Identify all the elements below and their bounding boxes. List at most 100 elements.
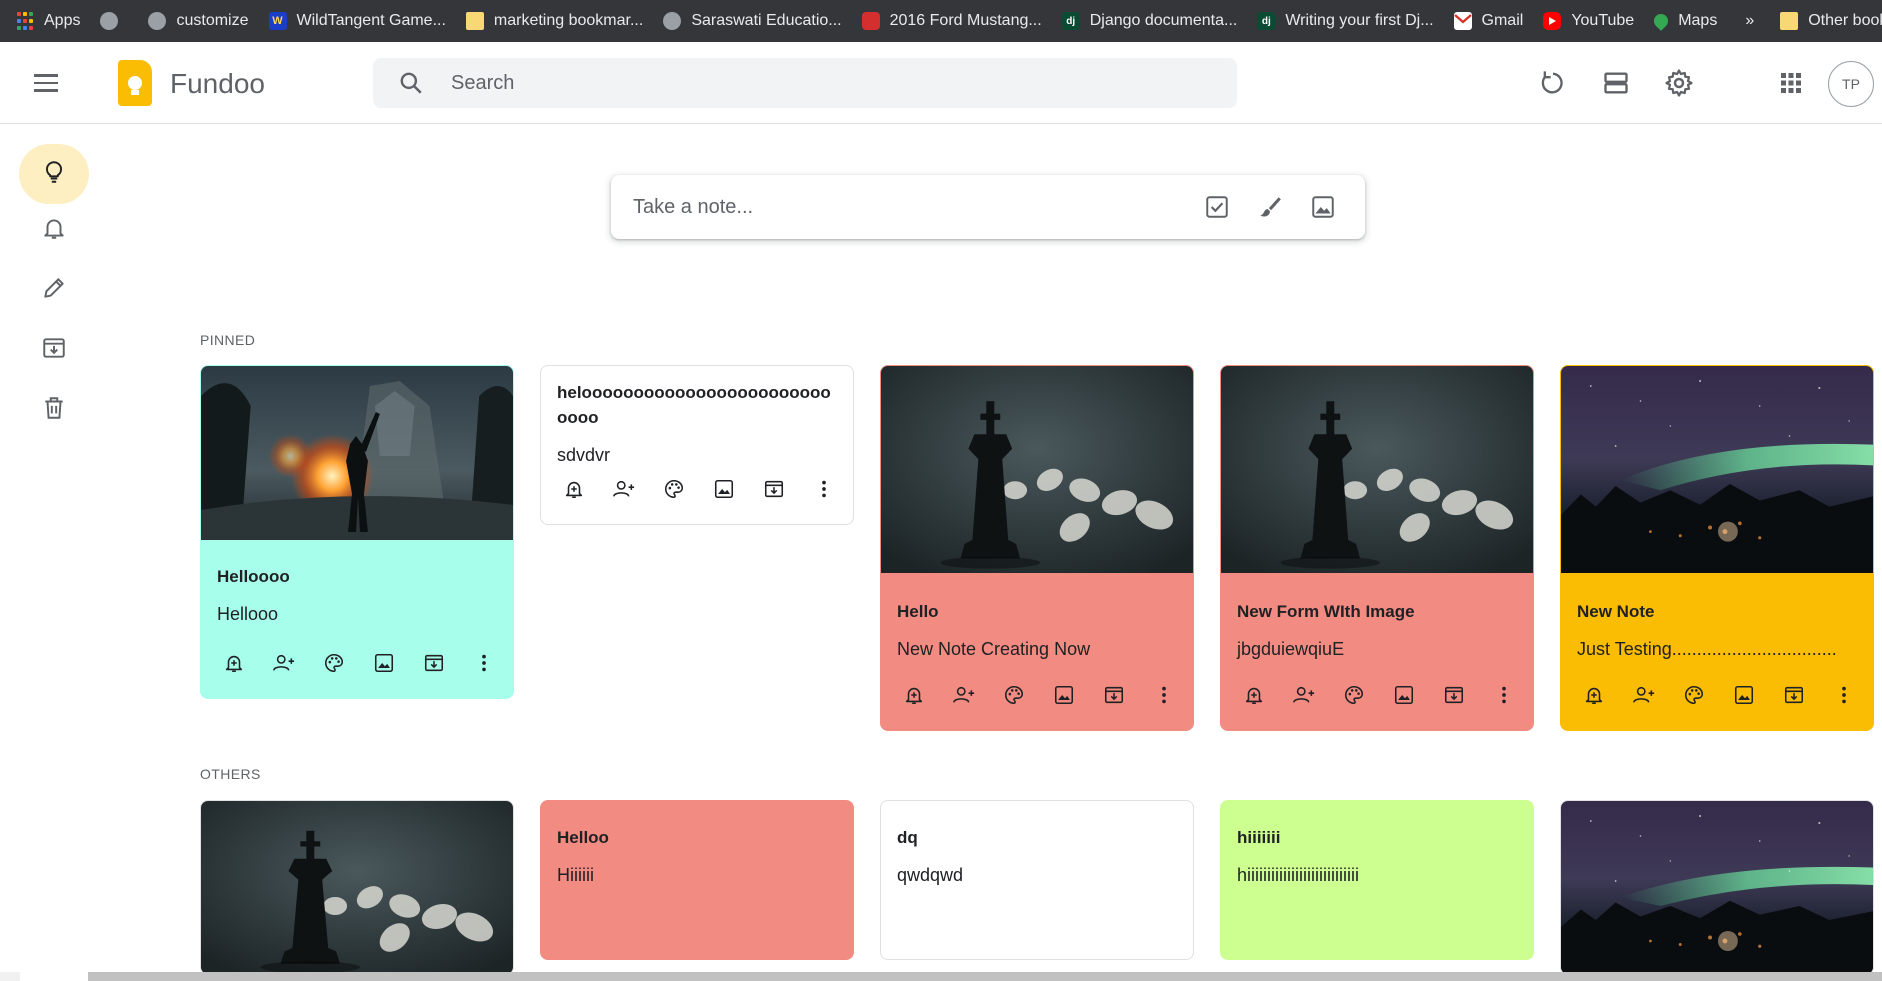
bookmark-maps[interactable]: Maps xyxy=(1651,0,1718,42)
take-note-bar[interactable]: Take a note... xyxy=(611,175,1365,239)
note-actions-toolbar xyxy=(1229,678,1529,712)
palette-icon[interactable] xyxy=(1669,678,1719,712)
bookmark-globe[interactable] xyxy=(100,0,128,42)
note-card[interactable]: Hello New Note Creating Now xyxy=(880,365,1194,731)
note-image xyxy=(881,366,1193,573)
bookmark-wildtangent[interactable]: W WildTangent Game... xyxy=(268,0,446,42)
avatar[interactable]: TP xyxy=(1828,61,1874,107)
more-vert-icon[interactable] xyxy=(1819,678,1869,712)
note-title: New Note xyxy=(1577,602,1655,621)
note-card[interactable]: dq qwdqwd xyxy=(880,800,1194,960)
add-image-icon[interactable] xyxy=(699,472,749,506)
maps-icon xyxy=(1651,11,1672,31)
bookmark-label: Other bookma xyxy=(1808,12,1882,29)
archive-icon[interactable] xyxy=(749,472,799,506)
take-note-placeholder[interactable]: Take a note... xyxy=(633,196,1193,219)
wildtangent-icon: W xyxy=(268,12,287,30)
sidebar-item-archive[interactable] xyxy=(19,320,89,380)
palette-icon[interactable] xyxy=(649,472,699,506)
image-icon[interactable] xyxy=(1299,183,1347,231)
keep-logo-icon xyxy=(118,60,152,106)
add-reminder-icon[interactable] xyxy=(1569,678,1619,712)
add-reminder-icon[interactable] xyxy=(209,646,259,680)
note-card[interactable]: Helloo Hiiiiii xyxy=(540,800,854,960)
bookmark-customize[interactable]: customize xyxy=(148,0,249,42)
bookmark-label: Writing your first Dj... xyxy=(1285,12,1434,29)
search-input[interactable] xyxy=(451,71,1151,95)
sidebar-item-trash[interactable] xyxy=(19,380,89,440)
note-title: dq xyxy=(897,828,918,847)
note-card[interactable]: New Form WIth Image jbgduiewqiuE xyxy=(1220,365,1534,731)
archive-icon[interactable] xyxy=(1429,678,1479,712)
add-collaborator-icon[interactable] xyxy=(1279,678,1329,712)
bookmark-apps[interactable]: Apps xyxy=(16,0,80,42)
note-title: Helloooo xyxy=(217,567,290,586)
more-vert-icon[interactable] xyxy=(1479,678,1529,712)
search-bar[interactable] xyxy=(373,58,1237,108)
trash-icon xyxy=(41,395,67,426)
sidebar-item-notes[interactable] xyxy=(19,144,89,204)
note-card[interactable]: Helloooo Hellooo xyxy=(200,365,514,699)
list-view-icon[interactable] xyxy=(1595,62,1637,104)
add-collaborator-icon[interactable] xyxy=(259,646,309,680)
note-card[interactable]: New Note Just Testing....................… xyxy=(1560,365,1874,731)
note-actions-toolbar xyxy=(209,646,509,680)
add-image-icon[interactable] xyxy=(1719,678,1769,712)
note-card[interactable]: hiiiiiii hiiiiiiiiiiiiiiiiiiiiiiiiiiii xyxy=(1220,800,1534,960)
note-body: New Note Creating Now xyxy=(897,639,1091,659)
bookmark-label: Maps xyxy=(1678,12,1718,29)
app-title: Fundoo xyxy=(170,68,265,99)
note-card[interactable] xyxy=(200,800,514,975)
add-reminder-icon[interactable] xyxy=(549,472,599,506)
palette-icon[interactable] xyxy=(1329,678,1379,712)
note-card[interactable]: heloooooooooooooooooooooooooooo sdvdvr xyxy=(540,365,854,525)
bookmark-gmail[interactable]: Gmail xyxy=(1453,0,1523,42)
main-menu-button[interactable] xyxy=(24,61,68,105)
bookmark-saraswati[interactable]: Saraswati Educatio... xyxy=(663,0,842,42)
bookmark-other[interactable]: Other bookma xyxy=(1780,0,1882,42)
add-image-icon[interactable] xyxy=(1039,678,1089,712)
checkbox-icon[interactable] xyxy=(1193,183,1241,231)
brush-icon[interactable] xyxy=(1246,183,1294,231)
more-vert-icon[interactable] xyxy=(1139,678,1189,712)
globe-icon xyxy=(148,12,167,30)
add-reminder-icon[interactable] xyxy=(1229,678,1279,712)
more-vert-icon[interactable] xyxy=(459,646,509,680)
refresh-icon[interactable] xyxy=(1532,62,1574,104)
bookmarks-overflow-button[interactable]: » xyxy=(1745,12,1754,30)
add-image-icon[interactable] xyxy=(359,646,409,680)
bookmark-django-tutorial[interactable]: dj Writing your first Dj... xyxy=(1257,0,1434,42)
sidebar-item-reminders[interactable] xyxy=(19,200,89,260)
bookmark-label: Django documenta... xyxy=(1089,12,1238,29)
note-body: Hellooo xyxy=(217,604,279,624)
add-collaborator-icon[interactable] xyxy=(1619,678,1669,712)
archive-icon[interactable] xyxy=(1769,678,1819,712)
archive-icon[interactable] xyxy=(1089,678,1139,712)
bookmark-ford[interactable]: 2016 Ford Mustang... xyxy=(861,0,1042,42)
sidebar-item-edit-labels[interactable] xyxy=(19,260,89,320)
add-image-icon[interactable] xyxy=(1379,678,1429,712)
add-reminder-icon[interactable] xyxy=(889,678,939,712)
apps-grid-icon[interactable] xyxy=(1770,62,1812,104)
search-icon[interactable] xyxy=(383,58,439,108)
more-vert-icon[interactable] xyxy=(799,472,849,506)
note-body: Hiiiiii xyxy=(557,865,594,885)
bookmark-django-docs[interactable]: dj Django documenta... xyxy=(1061,0,1238,42)
add-collaborator-icon[interactable] xyxy=(939,678,989,712)
bookmark-marketing[interactable]: marketing bookmar... xyxy=(465,0,643,42)
globe-icon xyxy=(100,12,119,30)
palette-icon[interactable] xyxy=(309,646,359,680)
bookmark-youtube[interactable]: YouTube xyxy=(1543,0,1634,42)
settings-gear-icon[interactable] xyxy=(1658,62,1700,104)
add-collaborator-icon[interactable] xyxy=(599,472,649,506)
note-body: Just Testing............................… xyxy=(1577,639,1837,659)
scroll-left-arrow[interactable] xyxy=(0,972,20,981)
bell-icon xyxy=(41,215,67,246)
note-image xyxy=(201,801,513,974)
horizontal-scrollbar[interactable] xyxy=(88,972,1882,981)
archive-icon[interactable] xyxy=(409,646,459,680)
bookmark-label: Saraswati Educatio... xyxy=(691,12,842,29)
note-card[interactable] xyxy=(1560,800,1874,975)
note-actions-toolbar xyxy=(1569,678,1869,712)
palette-icon[interactable] xyxy=(989,678,1039,712)
